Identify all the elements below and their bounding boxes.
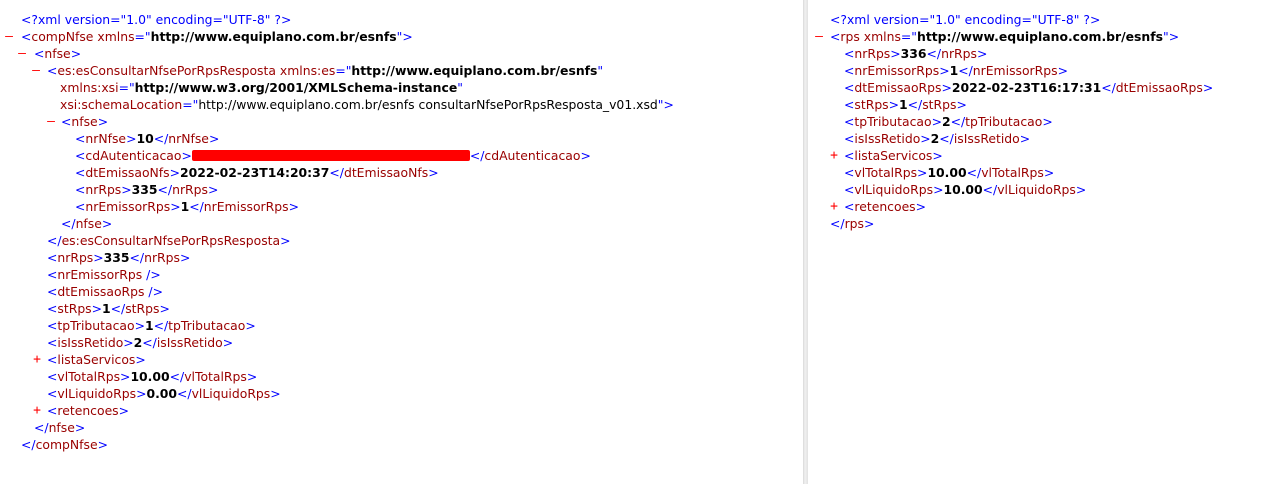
expand-toggle-retencoes[interactable]: + xyxy=(32,402,42,419)
element-cdAutenticacao: <cdAutenticacao> </cdAutenticacao> xyxy=(75,148,591,163)
redaction-mark xyxy=(191,150,470,161)
element-nrEmissorRps-empty: <nrEmissorRps /> xyxy=(47,267,161,282)
xml-pane-left[interactable]: <?xml version="1.0" encoding="UTF-8" ?> … xyxy=(0,0,803,484)
element-dtEmissaoNfs: <dtEmissaoNfs>2022-02-23T14:20:37</dtEmi… xyxy=(75,165,439,180)
element-nrNfse: <nrNfse>10</nrNfse> xyxy=(75,131,220,146)
element-nfse-inner-open[interactable]: <nfse> xyxy=(61,113,108,130)
element-resposta-close: </es:esConsultarNfsePorRpsResposta> xyxy=(47,233,291,248)
expand-toggle-listaServicos[interactable]: + xyxy=(32,351,42,368)
element-stRps: <stRps>1</stRps> xyxy=(47,301,170,316)
element-nrRps-right: <nrRps>336</nrRps> xyxy=(844,46,988,61)
xml-declaration-right: <?xml version="1.0" encoding="UTF-8" ?> xyxy=(830,12,1101,27)
collapse-toggle-resposta[interactable]: – xyxy=(31,62,41,79)
attribute-schema-location: xsi:schemaLocation="http://www.equiplano… xyxy=(60,97,674,112)
element-nrRps-inner: <nrRps>335</nrRps> xyxy=(75,182,219,197)
element-tpTributacao: <tpTributacao>1</tpTributacao> xyxy=(47,318,256,333)
element-rps-open[interactable]: <rps xmlns="http://www.equiplano.com.br/… xyxy=(830,28,1179,45)
xml-declaration: <?xml version="1.0" encoding="UTF-8" ?> xyxy=(21,12,292,27)
element-resposta-open[interactable]: <es:esConsultarNfsePorRpsResposta xmlns:… xyxy=(47,62,603,79)
element-vlLiquidoRps: <vlLiquidoRps>0.00</vlLiquidoRps> xyxy=(47,386,281,401)
element-rps-close: </rps> xyxy=(830,216,875,231)
element-isIssRetido: <isIssRetido>2</isIssRetido> xyxy=(47,335,234,350)
element-listaServicos-collapsed[interactable]: <listaServicos> xyxy=(47,351,146,368)
attribute-xmlns-xsi: xmlns:xsi="http://www.w3.org/2001/XMLSch… xyxy=(60,80,463,95)
element-nrEmissorRps-inner: <nrEmissorRps>1</nrEmissorRps> xyxy=(75,199,299,214)
collapse-toggle-nfse-outer[interactable]: – xyxy=(17,45,27,62)
element-retencoes-right-collapsed[interactable]: <retencoes> xyxy=(844,198,926,215)
expand-toggle-retencoes-right[interactable]: + xyxy=(829,198,839,215)
xml-pane-right[interactable]: <?xml version="1.0" encoding="UTF-8" ?> … xyxy=(808,0,1272,484)
element-vlTotalRps: <vlTotalRps>10.00</vlTotalRps> xyxy=(47,369,258,384)
element-dtEmissaoRps-right: <dtEmissaoRps>2022-02-23T16:17:31</dtEmi… xyxy=(844,80,1214,95)
element-vlTotalRps-right: <vlTotalRps>10.00</vlTotalRps> xyxy=(844,165,1055,180)
element-compNfse-close: </compNfse> xyxy=(21,437,108,452)
element-nfse-open[interactable]: <nfse> xyxy=(34,45,81,62)
element-dtEmissaoRps-empty: <dtEmissaoRps /> xyxy=(47,284,163,299)
collapse-toggle-nfse-inner[interactable]: – xyxy=(46,113,56,130)
element-stRps-right: <stRps>1</stRps> xyxy=(844,97,967,112)
element-vlLiquidoRps-right: <vlLiquidoRps>10.00</vlLiquidoRps> xyxy=(844,182,1087,197)
element-retencoes-collapsed[interactable]: <retencoes> xyxy=(47,402,129,419)
element-nfse-inner-close: </nfse> xyxy=(61,216,113,231)
collapse-toggle-rps[interactable]: – xyxy=(814,28,824,45)
element-nrEmissorRps-right: <nrEmissorRps>1</nrEmissorRps> xyxy=(844,63,1068,78)
expand-toggle-listaServicos-right[interactable]: + xyxy=(829,147,839,164)
element-nrRps: <nrRps>335</nrRps> xyxy=(47,250,191,265)
element-nfse-close: </nfse> xyxy=(34,420,86,435)
element-tpTributacao-right: <tpTributacao>2</tpTributacao> xyxy=(844,114,1053,129)
collapse-toggle-compNfse[interactable]: – xyxy=(4,28,14,45)
element-isIssRetido-right: <isIssRetido>2</isIssRetido> xyxy=(844,131,1031,146)
element-compNfse-open[interactable]: <compNfse xmlns="http://www.equiplano.co… xyxy=(21,28,413,45)
element-listaServicos-right-collapsed[interactable]: <listaServicos> xyxy=(844,147,943,164)
